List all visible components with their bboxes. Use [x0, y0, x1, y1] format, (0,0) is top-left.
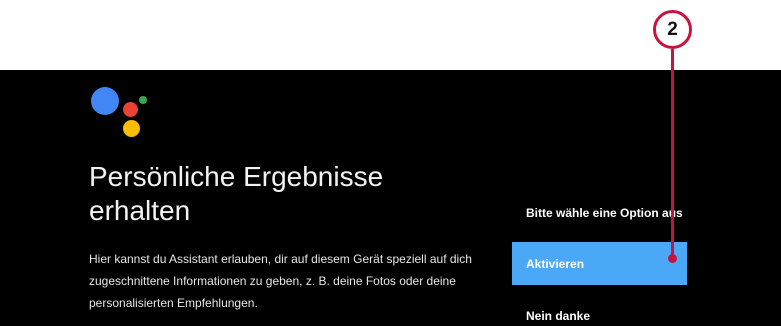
logo-blue-dot [91, 87, 119, 115]
callout-number-badge: 2 [653, 10, 692, 49]
logo-red-dot [123, 102, 138, 117]
logo-yellow-dot [123, 120, 140, 137]
page-description: Hier kannst du Assistant erlauben, dir a… [89, 252, 472, 310]
page-title: Persönliche Ergebnisse erhalten [89, 161, 384, 226]
logo-green-dot [139, 96, 147, 104]
options-heading: Bitte wähle eine Option aus [526, 206, 683, 220]
callout-pointer [668, 254, 677, 263]
callout-line [671, 49, 674, 256]
activate-button[interactable]: Aktivieren [512, 242, 687, 285]
decline-button[interactable]: Nein danke [512, 302, 687, 326]
